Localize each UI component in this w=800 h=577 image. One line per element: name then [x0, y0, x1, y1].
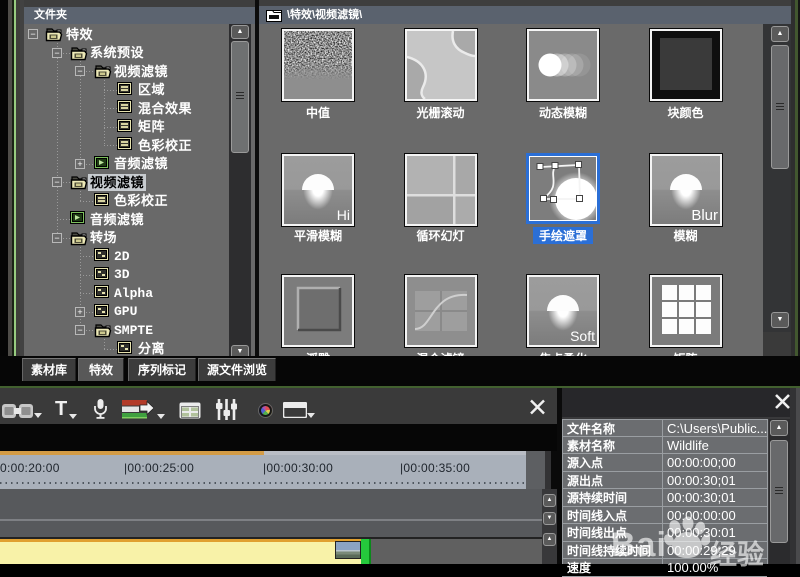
svg-text:Blur: Blur: [691, 207, 718, 224]
svg-text:Soft: Soft: [570, 328, 595, 344]
svg-text:Hi: Hi: [337, 207, 350, 223]
